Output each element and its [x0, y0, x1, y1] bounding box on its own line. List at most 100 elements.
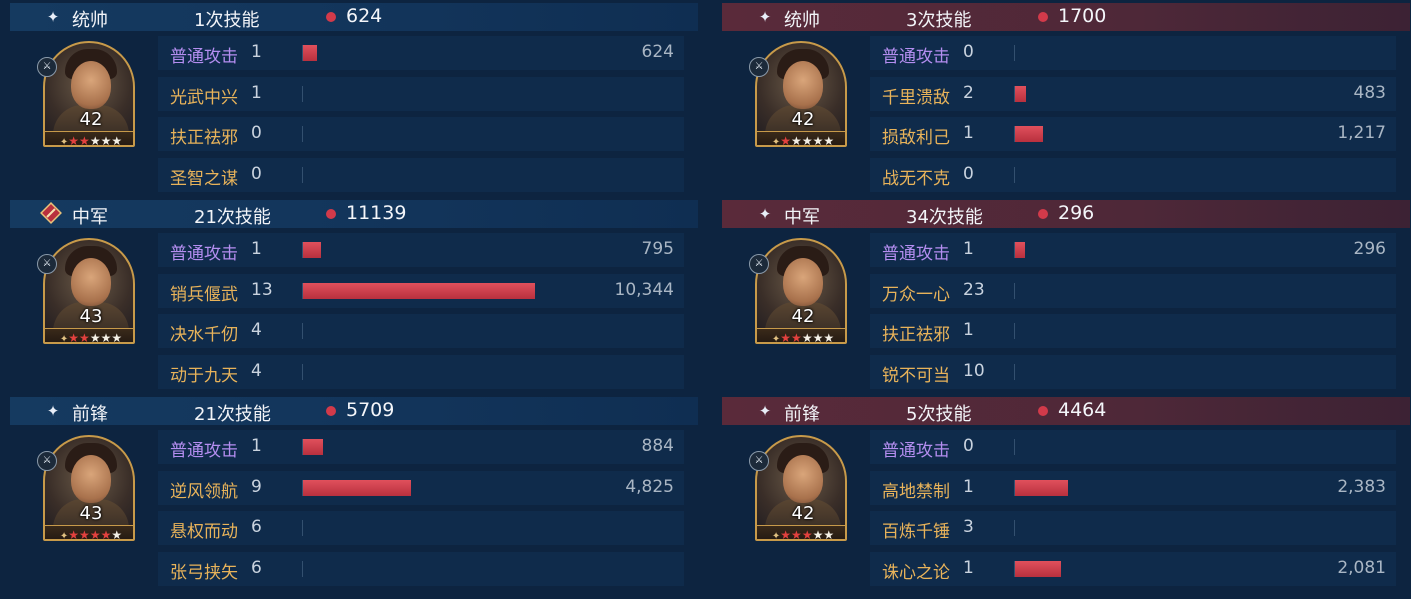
star-rating: ✦★★★★★	[757, 131, 845, 147]
skill-damage: 4,825	[625, 476, 674, 497]
skill-name: 扶正祛邪	[882, 325, 950, 345]
star-rating: ✦★★★★★	[757, 525, 845, 541]
skill-row: 逆风领航 9 4,825	[158, 470, 684, 505]
skill-times: 0	[251, 123, 262, 143]
general-portrait[interactable]: 42 ✦★★★★★ ⚔	[37, 41, 135, 149]
skill-row: 张弓挟矢 6	[158, 551, 684, 586]
star-rating: ✦★★★★★	[45, 328, 133, 344]
role-label: 中军	[72, 207, 108, 228]
portrait-frame: 43 ✦★★★★★	[43, 238, 135, 344]
skill-times: 4	[251, 320, 262, 340]
skill-times: 2	[963, 82, 974, 103]
sparkle-icon: ✦	[758, 402, 772, 420]
role-label: 中军	[784, 207, 820, 228]
skill-name: 圣智之谋	[170, 168, 238, 189]
skill-name: 普通攻击	[170, 244, 238, 264]
damage-bar-fill	[1015, 242, 1025, 258]
star-icon: ★	[89, 528, 101, 541]
unit-type-badge-icon: ⚔	[749, 451, 769, 471]
damage-total: 11139	[346, 202, 407, 224]
general-portrait[interactable]: 43 ✦★★★★★ ⚔	[37, 238, 135, 346]
star-icon: ★	[812, 134, 824, 147]
right-team-panel: ✦ 统帅 3次技能 1700 42 ✦★★★★★ ⚔ 普通攻击 0 千里溃敌 2 483 损敌利己 1 1,…	[722, 3, 1410, 597]
skill-row: 决水千仞 4	[158, 314, 684, 348]
star-icon: ★	[780, 528, 792, 541]
skill-times: 1	[963, 476, 974, 497]
skill-name: 锐不可当	[882, 365, 950, 386]
skill-times: 0	[963, 163, 974, 184]
general-portrait[interactable]: 42 ✦★★★★★ ⚔	[749, 435, 847, 543]
skill-row: 动于九天 4	[158, 354, 684, 389]
star-icon: ★	[79, 134, 90, 147]
skill-name: 扶正祛邪	[170, 128, 238, 148]
skill-times: 1	[251, 82, 262, 103]
skill-name: 悬权而动	[170, 522, 238, 542]
skill-times: 23	[963, 279, 985, 300]
general-portrait[interactable]: 42 ✦★★★★★ ⚔	[749, 41, 847, 149]
star-rating: ✦★★★★★	[757, 328, 845, 344]
general-portrait[interactable]: 42 ✦★★★★★ ⚔	[749, 238, 847, 346]
damage-bar-fill	[1015, 85, 1026, 102]
skill-name: 高地禁制	[882, 481, 950, 502]
star-icon: ★	[68, 528, 80, 541]
role-label: 前锋	[72, 404, 108, 425]
star-icon: ★	[801, 331, 813, 344]
star-icon: ★	[89, 134, 101, 147]
skill-times: 1	[251, 239, 262, 259]
skill-times: 6	[251, 517, 262, 537]
portrait-frame: 42 ✦★★★★★	[755, 435, 847, 541]
skill-count: 3次技能	[906, 10, 972, 31]
damage-bar-fill	[1015, 479, 1068, 496]
star-icon: ★	[812, 528, 824, 541]
damage-dot-icon	[1038, 209, 1048, 219]
skill-name: 张弓挟矢	[170, 562, 238, 583]
general-section: ✦ 前锋 5次技能 4464 42 ✦★★★★★ ⚔ 普通攻击 0 高地禁制 1 2,383 百炼千锤 3…	[722, 397, 1410, 594]
damage-dot-icon	[1038, 12, 1048, 22]
left-team-panel: ✦ 统帅 1次技能 624 42 ✦★★★★★ ⚔ 普通攻击 1 624 光武中兴 1 扶正祛邪 0 圣智之…	[10, 3, 698, 597]
section-header: 中军 21次技能 11139	[10, 200, 698, 228]
portrait-frame: 42 ✦★★★★★	[755, 41, 847, 147]
general-level: 42	[79, 109, 103, 130]
star-icon: ★	[79, 331, 90, 344]
general-level: 42	[791, 109, 815, 130]
skill-damage: 884	[641, 436, 674, 456]
skill-row: 百炼千锤 3	[870, 511, 1396, 545]
general-portrait[interactable]: 43 ✦★★★★★ ⚔	[37, 435, 135, 543]
sparkle-icon: ✦	[46, 8, 60, 26]
skill-times: 6	[251, 557, 262, 578]
star-icon: ★	[780, 134, 792, 147]
skill-times: 1	[963, 239, 974, 259]
portrait-face	[71, 455, 111, 503]
skill-name: 普通攻击	[170, 441, 238, 461]
portrait-frame: 42 ✦★★★★★	[755, 238, 847, 344]
skill-count: 34次技能	[906, 207, 983, 228]
damage-total: 624	[346, 5, 383, 27]
skill-row: 扶正祛邪 0	[158, 117, 684, 151]
skill-times: 10	[963, 360, 985, 381]
damage-bar-fill	[1015, 126, 1043, 142]
skill-times: 1	[963, 320, 974, 340]
skill-row: 损敌利己 1 1,217	[870, 117, 1396, 151]
skill-name: 动于九天	[170, 365, 238, 386]
damage-dot-icon	[326, 12, 336, 22]
skill-damage: 296	[1353, 239, 1386, 259]
general-level: 43	[79, 503, 103, 524]
role-label: 统帅	[784, 10, 820, 31]
general-section: 中军 21次技能 11139 43 ✦★★★★★ ⚔ 普通攻击 1 795 销兵偃武 13 10,34…	[10, 200, 698, 397]
skill-damage: 624	[641, 42, 674, 62]
skill-row: 千里溃敌 2 483	[870, 76, 1396, 111]
skill-row: 销兵偃武 13 10,344	[158, 273, 684, 308]
skill-name: 光武中兴	[170, 87, 238, 108]
star-icon: ★	[812, 331, 824, 344]
skill-times: 13	[251, 279, 273, 300]
skill-row: 普通攻击 0	[870, 430, 1396, 464]
damage-dot-icon	[326, 209, 336, 219]
skill-name: 万众一心	[882, 284, 950, 305]
skill-row: 高地禁制 1 2,383	[870, 470, 1396, 505]
skill-damage: 1,217	[1337, 123, 1386, 143]
damage-bar-fill	[303, 242, 321, 258]
general-section: ✦ 统帅 1次技能 624 42 ✦★★★★★ ⚔ 普通攻击 1 624 光武中兴 1 扶正祛邪 0 圣智之…	[10, 3, 698, 200]
damage-total: 5709	[346, 399, 395, 421]
damage-bar-track	[302, 323, 303, 339]
skill-row: 普通攻击 1 296	[870, 233, 1396, 267]
